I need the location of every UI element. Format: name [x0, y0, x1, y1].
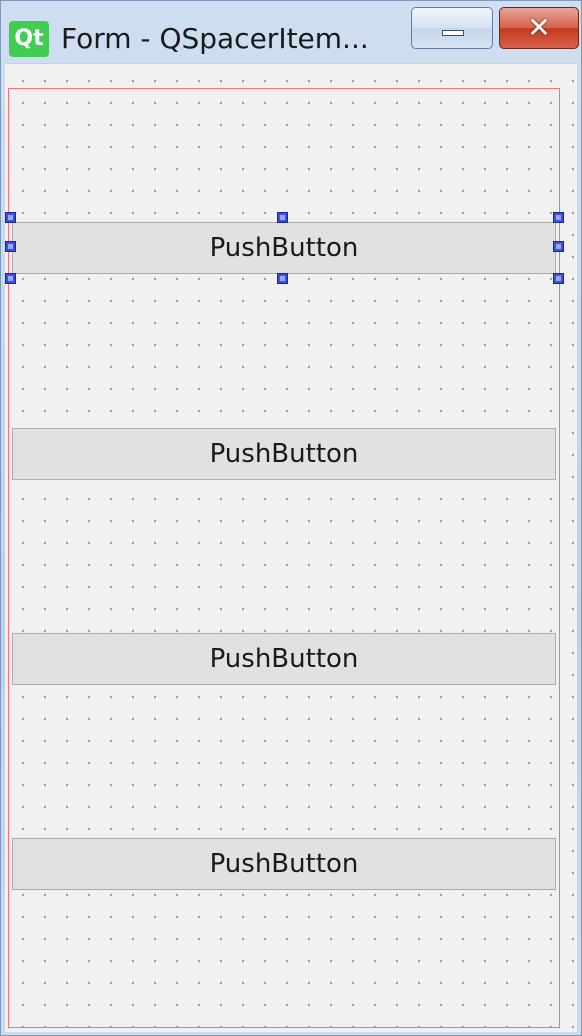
selection-handle-left[interactable]	[5, 241, 16, 252]
close-icon: ✕	[527, 11, 551, 44]
selection-handle-right[interactable]	[553, 241, 564, 252]
push-button-4[interactable]: PushButton	[12, 838, 556, 890]
push-button-1[interactable]: PushButton	[12, 222, 556, 274]
push-button-3[interactable]: PushButton	[12, 633, 556, 685]
minimize-icon	[442, 30, 464, 36]
selection-handle-bottom[interactable]	[277, 273, 288, 284]
selection-handle-top[interactable]	[277, 212, 288, 223]
form-canvas[interactable]: PushButton PushButton PushButton PushBut…	[5, 63, 577, 1032]
minimize-button[interactable]	[411, 7, 493, 49]
qt-logo-icon: Qt	[9, 21, 49, 57]
selection-handle-bottom-left[interactable]	[5, 273, 16, 284]
window-title: Form - QSpacerItem...	[61, 22, 369, 55]
selection-handle-top-left[interactable]	[5, 212, 16, 223]
close-button[interactable]: ✕	[499, 7, 579, 49]
push-button-2[interactable]: PushButton	[12, 428, 556, 480]
designer-form-window: Qt Form - QSpacerItem... ✕ PushButton Pu…	[0, 0, 582, 1036]
title-bar[interactable]: Qt Form - QSpacerItem... ✕	[1, 1, 581, 67]
selection-handle-top-right[interactable]	[553, 212, 564, 223]
selection-handle-bottom-right[interactable]	[553, 273, 564, 284]
